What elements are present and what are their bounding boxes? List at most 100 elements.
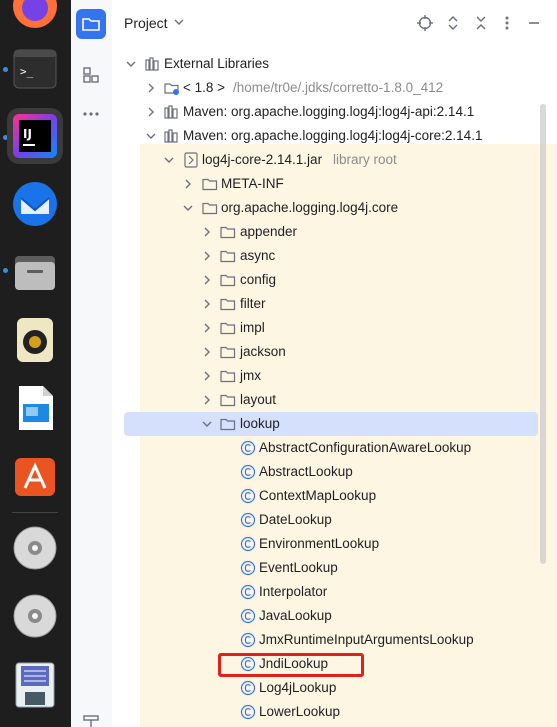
more-icon xyxy=(83,112,99,116)
tree-item-maven-core[interactable]: Maven: org.apache.logging.log4j:log4j-co… xyxy=(112,124,557,148)
panel-title[interactable]: Project xyxy=(124,15,168,31)
disc-icon xyxy=(13,526,57,570)
intellij-icon: IJ xyxy=(13,114,57,158)
jdk-folder-icon xyxy=(164,83,179,95)
class-icon xyxy=(240,464,256,480)
chevron-right-icon[interactable] xyxy=(202,299,212,309)
tree-item-label: org.apache.logging.log4j.core xyxy=(221,200,399,215)
tree-item-core-jar[interactable]: log4j-core-2.14.1.jar library root xyxy=(112,148,557,172)
class-icon xyxy=(240,512,256,528)
class-item[interactable]: EnvironmentLookup xyxy=(112,532,557,556)
disc-drive-2[interactable] xyxy=(7,588,63,644)
files-app[interactable] xyxy=(7,244,63,300)
locate-icon[interactable] xyxy=(416,14,434,32)
tree-item-impl[interactable]: impl xyxy=(112,316,557,340)
intellij-app[interactable]: IJ xyxy=(7,108,63,164)
tree-item-jmx[interactable]: jmx xyxy=(112,364,557,388)
options-icon[interactable] xyxy=(498,14,516,32)
chevron-down-icon[interactable] xyxy=(146,131,156,141)
minimize-icon[interactable] xyxy=(525,14,543,32)
tree-item-meta-inf[interactable]: META-INF xyxy=(112,172,557,196)
tree-item-lookup[interactable]: lookup xyxy=(112,412,557,436)
libreoffice-impress-app[interactable] xyxy=(7,380,63,436)
disc-drive-1[interactable] xyxy=(7,520,63,576)
tree-item-package-core[interactable]: org.apache.logging.log4j.core xyxy=(112,196,557,220)
tree-item-label: ContextMapLookup xyxy=(259,488,377,503)
chevron-down-icon[interactable] xyxy=(164,155,174,165)
chevron-down-icon[interactable] xyxy=(202,419,212,429)
chevron-right-icon[interactable] xyxy=(183,179,193,189)
class-icon xyxy=(240,680,256,696)
tree-item-async[interactable]: async xyxy=(112,244,557,268)
tree-item-label: filter xyxy=(240,296,266,311)
chevron-right-icon[interactable] xyxy=(202,371,212,381)
chevron-right-icon[interactable] xyxy=(202,347,212,357)
class-item[interactable]: AbstractLookup xyxy=(112,460,557,484)
package-icon xyxy=(202,202,218,215)
folder-icon xyxy=(220,250,236,263)
dock: >_ IJ xyxy=(0,0,71,727)
library-root-hint: library root xyxy=(333,152,397,167)
chevron-right-icon[interactable] xyxy=(146,107,156,117)
class-item[interactable]: Interpolator xyxy=(112,580,557,604)
tree-item-label: jackson xyxy=(240,344,286,359)
tree-item-label: EventLookup xyxy=(259,560,338,575)
class-item[interactable]: DateLookup xyxy=(112,508,557,532)
chevron-right-icon[interactable] xyxy=(202,395,212,405)
jar-icon xyxy=(184,152,198,168)
tree-item-filter[interactable]: filter xyxy=(112,292,557,316)
class-item[interactable]: EventLookup xyxy=(112,556,557,580)
class-item[interactable]: AbstractConfigurationAwareLookup xyxy=(112,436,557,460)
tree-item-label: JmxRuntimeInputArgumentsLookup xyxy=(259,632,474,647)
folder-icon xyxy=(82,18,100,31)
chevron-down-icon[interactable] xyxy=(183,203,193,213)
class-item[interactable]: ContextMapLookup xyxy=(112,484,557,508)
class-item[interactable]: JavaLookup xyxy=(112,604,557,628)
folder-icon xyxy=(220,322,236,335)
folder-icon xyxy=(220,226,236,239)
project-tool-button[interactable] xyxy=(76,9,106,39)
chevron-right-icon[interactable] xyxy=(202,275,212,285)
chevron-down-icon[interactable] xyxy=(126,59,136,69)
class-item[interactable]: Log4jLookup xyxy=(112,676,557,700)
tree-item-jackson[interactable]: jackson xyxy=(112,340,557,364)
tree-item-label: log4j-core-2.14.1.jar xyxy=(202,152,323,167)
chevron-right-icon[interactable] xyxy=(146,83,156,93)
tree-item-external-libraries[interactable]: External Libraries xyxy=(112,52,557,76)
folder-icon xyxy=(220,370,236,383)
tree-item-appender[interactable]: appender xyxy=(112,220,557,244)
thunderbird-app[interactable] xyxy=(7,176,63,232)
tree-item-label: async xyxy=(240,248,276,263)
floppy-drive[interactable] xyxy=(7,656,63,712)
collapse-all-icon[interactable] xyxy=(472,14,490,32)
chevron-down-icon[interactable] xyxy=(174,18,184,26)
structure-tool-button[interactable] xyxy=(76,60,106,90)
thunderbird-icon xyxy=(13,182,57,226)
more-tools-button[interactable] xyxy=(76,99,106,129)
tree-item-label: AbstractLookup xyxy=(259,464,353,479)
chevron-right-icon[interactable] xyxy=(202,227,212,237)
chevron-right-icon[interactable] xyxy=(202,251,212,261)
tree-item-label: Log4jLookup xyxy=(259,680,337,695)
chevron-right-icon[interactable] xyxy=(202,323,212,333)
tree-item-maven-api[interactable]: Maven: org.apache.logging.log4j:log4j-ap… xyxy=(112,100,557,124)
terminal-icon: >_ xyxy=(13,49,57,89)
tree-item-config[interactable]: config xyxy=(112,268,557,292)
tree-item-jdk[interactable]: < 1.8 > /home/tr0e/.jdks/corretto-1.8.0_… xyxy=(112,76,557,100)
app-center-app[interactable] xyxy=(7,448,63,504)
class-icon xyxy=(240,536,256,552)
tree-item-label: JavaLookup xyxy=(259,608,332,623)
class-item[interactable]: LowerLookup xyxy=(112,700,557,724)
folder-icon xyxy=(220,274,236,287)
class-icon xyxy=(240,560,256,576)
expand-all-icon[interactable] xyxy=(444,14,462,32)
build-tool-button[interactable] xyxy=(76,708,106,727)
folder-icon xyxy=(220,418,236,431)
class-icon xyxy=(240,488,256,504)
rhythmbox-app[interactable] xyxy=(7,312,63,368)
class-item[interactable]: JmxRuntimeInputArgumentsLookup xyxy=(112,628,557,652)
firefox-icon xyxy=(13,0,57,28)
tree-item-layout[interactable]: layout xyxy=(112,388,557,412)
terminal-app[interactable]: >_ xyxy=(7,42,63,98)
firefox-app[interactable] xyxy=(7,0,63,34)
